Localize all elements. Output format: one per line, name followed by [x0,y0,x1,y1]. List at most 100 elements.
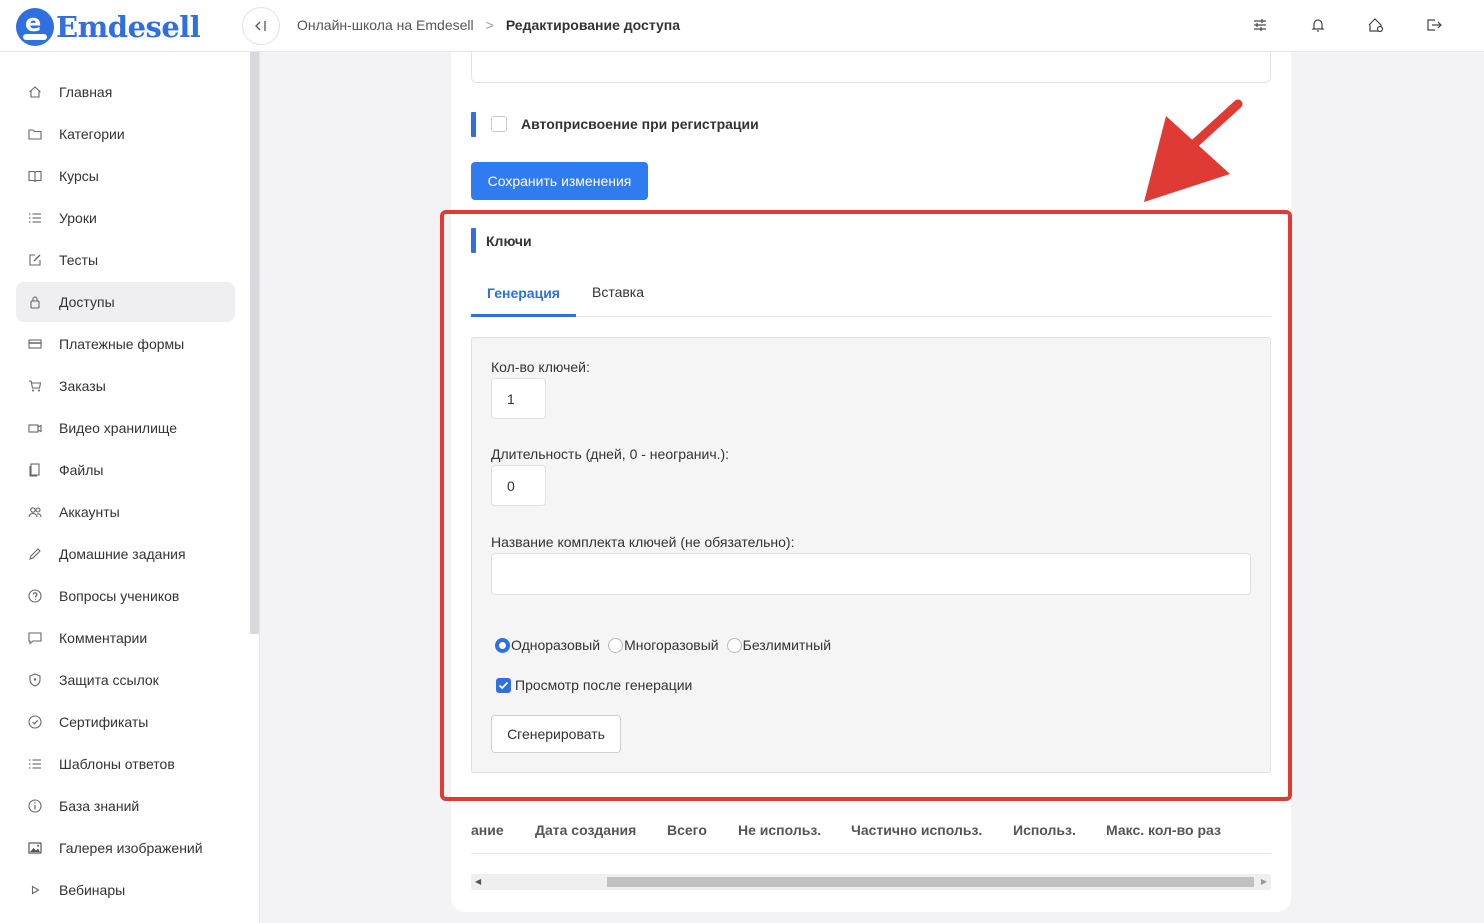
sidebar-item-label: Галерея изображений [59,840,203,856]
sidebar-item-video-storage[interactable]: Видео хранилище [16,408,235,448]
sidebar: Главная Категории Курсы Уроки Тесты Дост… [0,52,260,923]
sidebar-item-certificates[interactable]: Сертификаты [16,702,235,742]
bell-icon[interactable] [1308,15,1328,35]
description-input[interactable] [471,52,1271,83]
set-name-label: Название комплекта ключей (не обязательн… [491,534,795,550]
image-icon [28,841,42,855]
shield-icon [28,673,42,687]
logo-letter: e [25,9,42,37]
edit-icon [28,253,42,267]
sidebar-item-payment-forms[interactable]: Платежные формы [16,324,235,364]
radio-single-use-label[interactable]: Одноразовый [511,637,600,653]
preview-after-generation-row: Просмотр после генерации [496,677,692,693]
generate-button[interactable]: Сгенерировать [491,715,621,753]
sidebar-item-label: Аккаунты [59,504,120,520]
radio-multi-use-label[interactable]: Многоразовый [624,637,719,653]
column-header: Дата создания [535,822,637,838]
sidebar-item-tests[interactable]: Тесты [16,240,235,280]
sidebar-item-lessons[interactable]: Уроки [16,198,235,238]
sidebar-item-image-gallery[interactable]: Галерея изображений [16,828,235,868]
sliders-icon[interactable] [1250,15,1270,35]
usage-type-radio-group: Одноразовый Многоразовый Безлимитный [495,637,839,653]
sidebar-item-label: Комментарии [59,630,148,646]
play-icon [28,883,42,897]
sidebar-item-label: База знаний [59,798,140,814]
sidebar-item-access[interactable]: Доступы [16,282,235,322]
collapse-icon [255,21,266,31]
breadcrumb-current: Редактирование доступа [505,17,681,33]
breadcrumb-parent-link[interactable]: Онлайн-школа на Emdesell [297,17,474,33]
breadcrumb: Онлайн-школа на Emdesell > Редактировани… [297,17,680,33]
save-changes-button[interactable]: Сохранить изменения [471,162,648,200]
key-count-input[interactable]: 1 [491,378,546,419]
auto-assign-row: Автоприсвоение при регистрации [471,111,759,137]
sidebar-item-courses[interactable]: Курсы [16,156,235,196]
column-header: Не использ. [738,822,822,838]
sidebar-item-label: Шаблоны ответов [59,756,175,772]
sidebar-item-home[interactable]: Главная [16,72,235,112]
credit-card-icon [28,337,42,351]
folder-icon [28,127,42,141]
column-header: Макс. кол-во раз [1106,822,1221,838]
column-header: ание [471,822,504,838]
duration-label: Длительность (дней, 0 - неогранич.): [491,446,730,462]
info-icon [28,799,42,813]
sidebar-item-categories[interactable]: Категории [16,114,235,154]
check-circle-icon [28,715,42,729]
lock-icon [28,295,42,309]
sidebar-item-label: Видео хранилище [59,420,178,436]
sidebar-item-knowledge-base[interactable]: База знаний [16,786,235,826]
table-horizontal-scrollbar[interactable]: ◀ ▶ [471,874,1271,890]
tab-insert[interactable]: Вставка [576,268,660,316]
sidebar-item-accounts[interactable]: Аккаунты [16,492,235,532]
sidebar-item-orders[interactable]: Заказы [16,366,235,406]
home-settings-icon[interactable] [1366,15,1386,35]
keys-title: Ключи [486,232,532,249]
sidebar-scrollbar[interactable] [250,52,259,634]
sidebar-item-label: Защита ссылок [59,672,159,688]
video-icon [28,421,42,435]
sidebar-item-label: Главная [59,84,113,100]
logout-icon[interactable] [1424,15,1444,35]
logo-icon: e [16,8,54,46]
duration-input[interactable]: 0 [491,465,546,506]
tab-generation[interactable]: Генерация [471,268,576,317]
sidebar-item-files[interactable]: Файлы [16,450,235,490]
comment-icon [28,631,42,645]
preview-checkbox[interactable] [496,677,511,693]
list-icon [28,757,42,771]
sidebar-item-homework[interactable]: Домашние задания [16,534,235,574]
radio-single-use[interactable] [495,637,510,653]
section-accent-bar [471,111,476,137]
scroll-right-icon[interactable]: ▶ [1261,877,1267,886]
preview-label[interactable]: Просмотр после генерации [515,677,692,693]
logo[interactable]: e Emdesell [16,8,201,46]
section-accent-bar [471,228,476,253]
radio-multi-use[interactable] [608,637,624,653]
auto-assign-label: Автоприсвоение при регистрации [521,116,759,132]
keys-tabs: Генерация Вставка [471,268,1271,317]
sidebar-item-label: Заказы [59,378,106,394]
sidebar-item-webinars[interactable]: Вебинары [16,870,235,910]
radio-unlimited[interactable] [726,637,742,653]
checkmark-icon [498,681,509,689]
sidebar-item-label: Файлы [59,462,104,478]
scroll-left-icon[interactable]: ◀ [475,877,481,886]
sidebar-item-comments[interactable]: Комментарии [16,618,235,658]
collapse-sidebar-button[interactable] [242,7,280,45]
logo-text: Emdesell [56,10,201,44]
list-icon [28,211,42,225]
sidebar-item-answer-templates[interactable]: Шаблоны ответов [16,744,235,784]
radio-unlimited-label[interactable]: Безлимитный [743,637,831,653]
sidebar-item-student-questions[interactable]: Вопросы учеников [16,576,235,616]
scrollbar-thumb[interactable] [607,877,1254,887]
sidebar-item-label: Платежные формы [59,336,185,352]
sidebar-item-link-protection[interactable]: Защита ссылок [16,660,235,700]
sidebar-item-label: Уроки [59,210,97,226]
auto-assign-checkbox[interactable] [491,116,507,132]
sidebar-item-label: Сертификаты [59,714,149,730]
sidebar-item-label: Доступы [59,294,115,310]
sidebar-item-label: Домашние задания [59,546,186,562]
sidebar-item-label: Категории [59,126,125,142]
set-name-input[interactable] [491,553,1251,595]
